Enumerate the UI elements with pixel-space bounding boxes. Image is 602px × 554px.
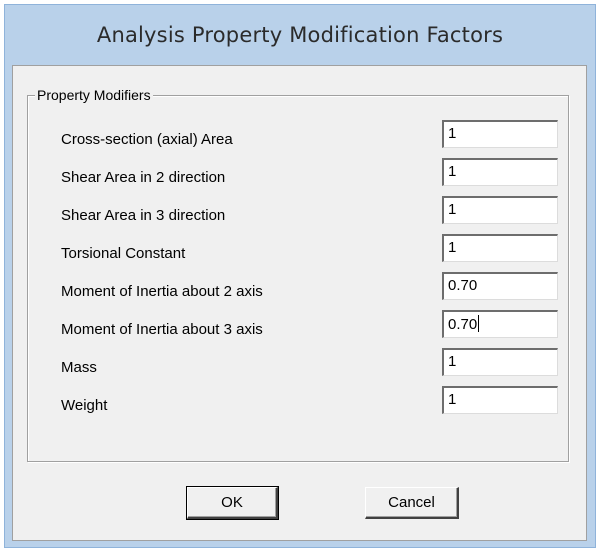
row-torsional-constant: Torsional Constant 1 — [28, 234, 568, 264]
ok-button[interactable]: OK — [186, 486, 279, 520]
mass-label: Mass — [61, 359, 97, 376]
mass-input[interactable]: 1 — [442, 348, 558, 376]
weight-input[interactable]: 1 — [442, 386, 558, 414]
group-legend: Property Modifiers — [35, 87, 153, 104]
dialog-window: Analysis Property Modification Factors P… — [4, 4, 596, 548]
moment-inertia-2-input[interactable]: 0.70 — [442, 272, 558, 300]
weight-label: Weight — [61, 397, 108, 414]
shear-area-2-label: Shear Area in 2 direction — [61, 169, 226, 186]
torsional-constant-label: Torsional Constant — [61, 245, 186, 262]
row-mass: Mass 1 — [28, 348, 568, 378]
moment-inertia-3-label: Moment of Inertia about 3 axis — [61, 321, 263, 338]
row-weight: Weight 1 — [28, 386, 568, 416]
shear-area-3-input[interactable]: 1 — [442, 196, 558, 224]
cancel-button[interactable]: Cancel — [365, 487, 459, 519]
moment-inertia-2-label: Moment of Inertia about 2 axis — [61, 283, 263, 300]
text-caret — [478, 315, 480, 332]
moment-inertia-3-value: 0.70 — [448, 316, 478, 333]
property-modifiers-group: Property Modifiers Cross-section (axial)… — [27, 87, 569, 462]
cross-section-area-label: Cross-section (axial) Area — [61, 131, 233, 148]
row-moment-inertia-3: Moment of Inertia about 3 axis 0.70 — [28, 310, 568, 340]
torsional-constant-input[interactable]: 1 — [442, 234, 558, 262]
row-shear-area-2: Shear Area in 2 direction 1 — [28, 158, 568, 188]
row-moment-inertia-2: Moment of Inertia about 2 axis 0.70 — [28, 272, 568, 302]
moment-inertia-3-input[interactable]: 0.70 — [442, 310, 558, 338]
title-bar[interactable]: Analysis Property Modification Factors — [5, 5, 595, 65]
row-shear-area-3: Shear Area in 3 direction 1 — [28, 196, 568, 226]
shear-area-3-label: Shear Area in 3 direction — [61, 207, 226, 224]
dialog-body: Property Modifiers Cross-section (axial)… — [12, 65, 587, 541]
shear-area-2-input[interactable]: 1 — [442, 158, 558, 186]
row-cross-section-area: Cross-section (axial) Area 1 — [28, 120, 568, 150]
cross-section-area-input[interactable]: 1 — [442, 120, 558, 148]
dialog-title: Analysis Property Modification Factors — [96, 23, 504, 47]
